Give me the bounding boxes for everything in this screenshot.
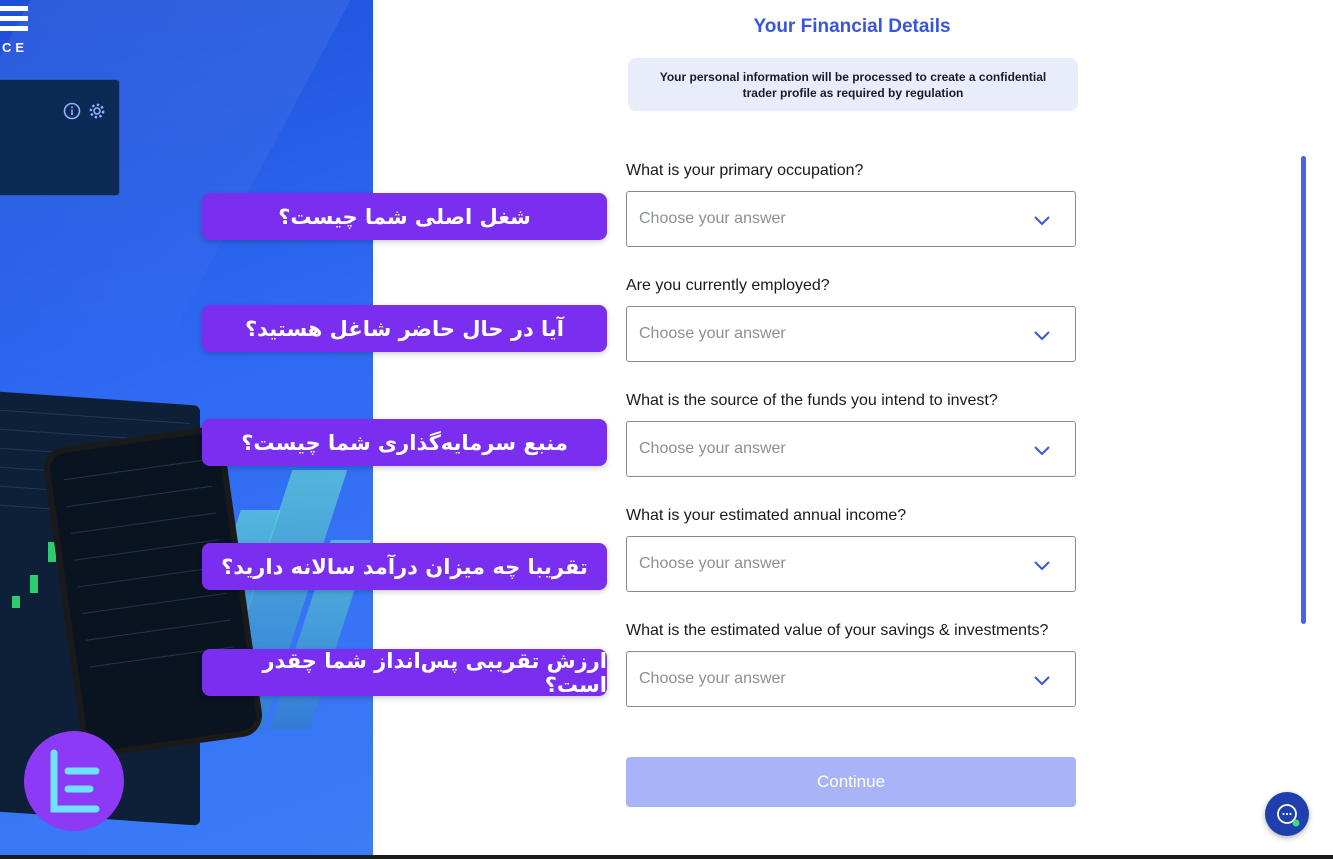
savings-select[interactable]: Choose your answer bbox=[626, 651, 1076, 707]
page-title: Your Financial Details bbox=[753, 16, 951, 37]
annotation-occupation: شغل اصلی شما چیست؟ bbox=[202, 193, 607, 240]
privacy-notice-text: Your personal information will be proces… bbox=[659, 69, 1047, 100]
continue-button[interactable]: Continue bbox=[626, 757, 1076, 807]
select-placeholder: Choose your answer bbox=[639, 670, 786, 687]
privacy-notice: Your personal information will be proces… bbox=[628, 58, 1078, 111]
brand-logo bbox=[0, 6, 28, 32]
select-placeholder: Choose your answer bbox=[639, 210, 786, 227]
select-placeholder: Choose your answer bbox=[639, 325, 786, 342]
info-card bbox=[0, 79, 120, 196]
question-employed-label: Are you currently employed? bbox=[626, 277, 830, 294]
chevron-down-icon bbox=[1034, 331, 1050, 341]
bottom-border bbox=[0, 855, 1333, 859]
chevron-down-icon bbox=[1034, 676, 1050, 686]
annotation-savings: ارزش تقریبی پس‌انداز شما چقدر است؟ bbox=[202, 649, 607, 697]
annotation-annual-income: تقریبا چه میزان درآمد سالانه دارید؟ bbox=[202, 543, 607, 590]
chart-candle bbox=[30, 575, 38, 593]
occupation-select[interactable]: Choose your answer bbox=[626, 191, 1076, 247]
select-placeholder: Choose your answer bbox=[639, 555, 786, 572]
chevron-down-icon bbox=[1034, 561, 1050, 571]
funds-source-select[interactable]: Choose your answer bbox=[626, 421, 1076, 477]
chevron-down-icon bbox=[1034, 216, 1050, 226]
gear-icon[interactable] bbox=[88, 102, 106, 120]
question-occupation-label: What is your primary occupation? bbox=[626, 162, 864, 179]
chevron-down-icon bbox=[1034, 446, 1050, 456]
info-icon[interactable] bbox=[63, 102, 81, 120]
form-scrollbar[interactable] bbox=[1301, 156, 1306, 624]
question-funds-source-label: What is the source of the funds you inte… bbox=[626, 392, 998, 409]
select-placeholder: Choose your answer bbox=[639, 440, 786, 457]
annotation-funds-source: منبع سرمایه‌گذاری شما چیست؟ bbox=[202, 419, 607, 466]
watermark-logo bbox=[24, 731, 124, 831]
annotation-employed: آیا در حال حاضر شاغل هستید؟ bbox=[202, 305, 607, 352]
brand-logo-text: CE bbox=[2, 40, 29, 55]
annual-income-select[interactable]: Choose your answer bbox=[626, 536, 1076, 592]
question-annual-income-label: What is your estimated annual income? bbox=[626, 507, 907, 524]
chart-candle bbox=[12, 596, 20, 608]
chat-button[interactable] bbox=[1265, 792, 1309, 836]
chat-icon bbox=[1277, 804, 1300, 827]
question-savings-label: What is the estimated value of your savi… bbox=[626, 622, 1049, 639]
employed-select[interactable]: Choose your answer bbox=[626, 306, 1076, 362]
